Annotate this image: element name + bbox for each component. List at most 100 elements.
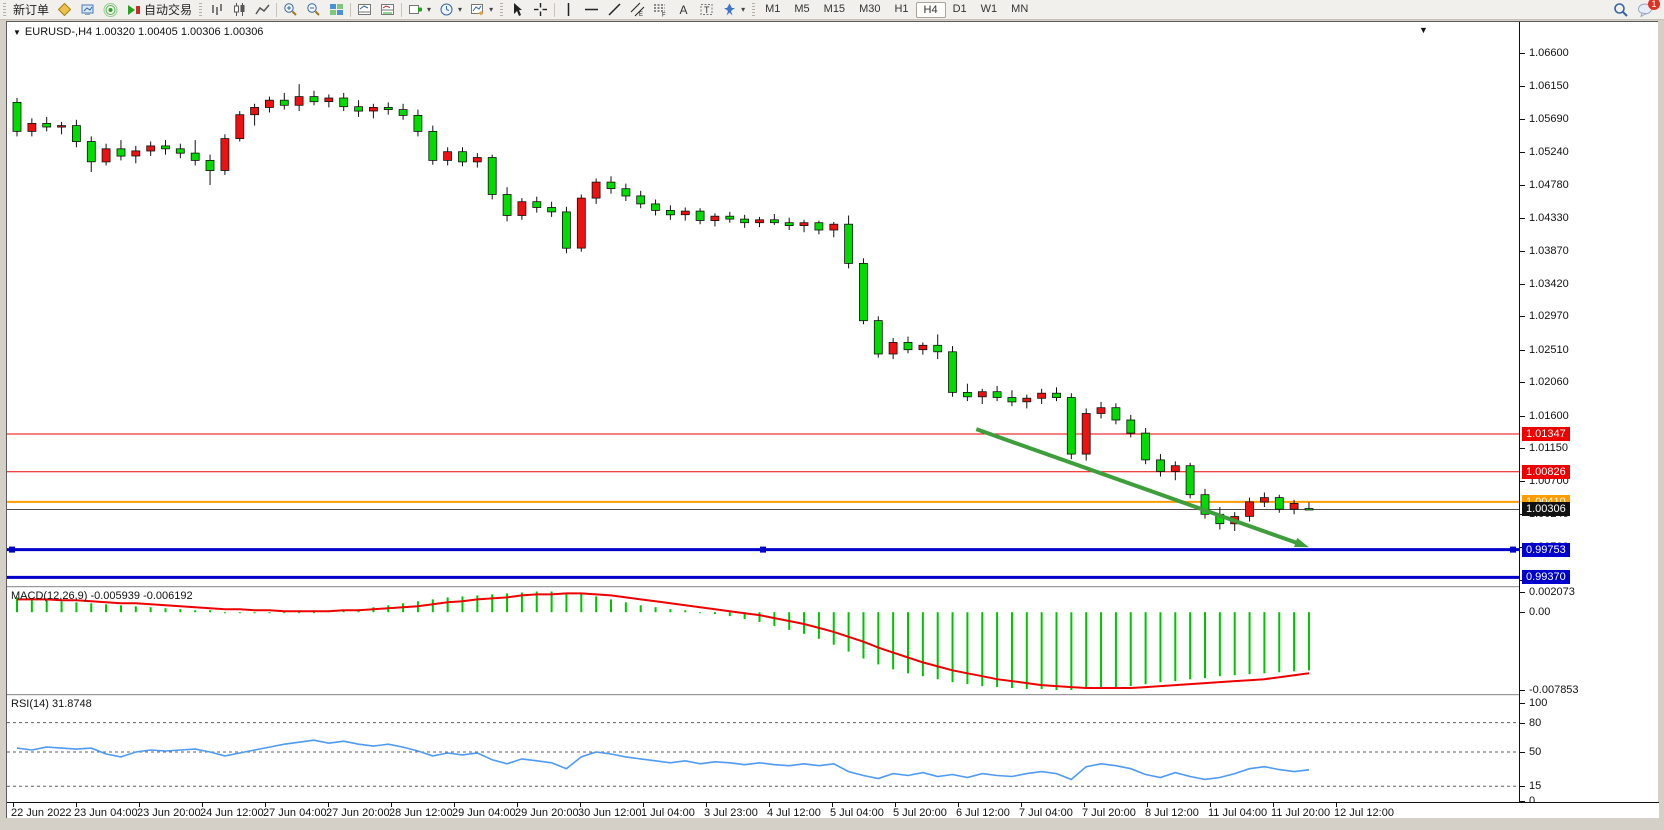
timeframe-button-m5[interactable]: M5: [787, 2, 816, 18]
trend-arrow-head[interactable]: [1294, 538, 1309, 547]
indicator-window-icon: [357, 2, 372, 17]
add-indicator-button[interactable]: ▾: [404, 1, 435, 19]
axis-tick: [1520, 690, 1525, 691]
period-clock-icon: [439, 2, 454, 17]
zoom-out-button[interactable]: [302, 1, 325, 19]
price-axis[interactable]: 1.066001.061501.056901.052401.047801.043…: [1519, 22, 1658, 802]
axis-tick: [1520, 612, 1525, 613]
templates-button[interactable]: ▾: [466, 1, 497, 19]
trend-arrow[interactable]: [976, 429, 1301, 544]
line-handle[interactable]: [760, 547, 766, 553]
rsi-tick-label: 100: [1529, 697, 1547, 709]
time-label: 29 Jun 04:00: [452, 807, 516, 819]
templates-icon: [470, 2, 485, 17]
templates-caret: ▾: [489, 5, 493, 14]
macd-label: MACD(12,26,9) -0.005939 -0.006192: [11, 590, 193, 602]
timeframe-button-m15[interactable]: M15: [817, 2, 852, 18]
axis-tick: [1520, 786, 1525, 787]
price-tick-label: 1.03420: [1529, 278, 1569, 290]
chart-window: ▼ EURUSD-,H4 1.00320 1.00405 1.00306 1.00…: [6, 21, 1658, 818]
zoom-in-icon: [283, 2, 298, 17]
timeframe-button-m30[interactable]: M30: [852, 2, 887, 18]
chart-dropdown-icon[interactable]: ▼: [13, 28, 21, 37]
notification-badge: 1: [1648, 0, 1660, 10]
metaeditor-button[interactable]: [53, 1, 76, 19]
svg-text:F: F: [662, 13, 666, 18]
trendline-tool-button[interactable]: [603, 1, 626, 19]
time-label: 29 Jun 20:00: [515, 807, 579, 819]
macd-tick-label: 0.00: [1529, 606, 1550, 618]
time-label: 5 Jul 20:00: [893, 807, 947, 819]
period-clock-button[interactable]: ▾: [435, 1, 466, 19]
fibonacci-icon: F: [653, 2, 668, 17]
timeframe-button-w1[interactable]: W1: [974, 2, 1005, 18]
price-tick-label: 1.04780: [1529, 179, 1569, 191]
price-marker-1.00306: 1.00306: [1522, 502, 1570, 516]
tile-windows-button[interactable]: [325, 1, 348, 19]
rsi-tick-label: 80: [1529, 717, 1541, 729]
crosshair-tool-button[interactable]: [529, 1, 552, 19]
line-handle[interactable]: [9, 547, 15, 553]
timeframe-button-m1[interactable]: M1: [758, 2, 787, 18]
time-axis[interactable]: 22 Jun 202223 Jun 04:0023 Jun 20:0024 Ju…: [7, 802, 1659, 818]
horizontal-line-icon: [584, 2, 599, 17]
price-marker-0.99753: 0.99753: [1522, 543, 1570, 557]
bar-chart-icon: [209, 2, 224, 17]
text-label-tool-button[interactable]: T: [695, 1, 718, 19]
timeframe-button-h4[interactable]: H4: [916, 2, 946, 18]
equidistant-channel-tool-button[interactable]: E: [626, 1, 649, 19]
rsi-tick-label: 50: [1529, 746, 1541, 758]
zoom-in-button[interactable]: [279, 1, 302, 19]
add-indicator-icon: [408, 2, 423, 17]
time-label: 22 Jun 2022: [11, 807, 72, 819]
bar-chart-button[interactable]: [205, 1, 228, 19]
line-chart-button[interactable]: [251, 1, 274, 19]
text-icon: A: [676, 2, 691, 17]
arrange-windows-icon: [380, 2, 395, 17]
price-tick-label: 1.01150: [1529, 442, 1568, 454]
svg-text:A: A: [680, 3, 688, 17]
new-order-button[interactable]: 新订单: [9, 1, 53, 19]
fibonacci-tool-button[interactable]: F: [649, 1, 672, 19]
timeframe-button-mn[interactable]: MN: [1004, 2, 1035, 18]
text-tool-button[interactable]: A: [672, 1, 695, 19]
search-button[interactable]: [1613, 2, 1629, 18]
rsi-tick-label: 15: [1529, 780, 1541, 792]
zoom-out-icon: [306, 2, 321, 17]
notifications-button[interactable]: 1: [1637, 2, 1654, 17]
horizontal-line-tool-button[interactable]: [580, 1, 603, 19]
tile-windows-icon: [329, 2, 344, 17]
toolbar-grip[interactable]: [500, 3, 503, 17]
axis-tick: [1520, 251, 1525, 252]
price-marker-1.00826: 1.00826: [1522, 465, 1570, 479]
macd-panel[interactable]: MACD(12,26,9) -0.005939 -0.006192: [7, 588, 1519, 694]
timeframe-button-h1[interactable]: H1: [887, 2, 915, 18]
vertical-line-tool-button[interactable]: [557, 1, 580, 19]
chart-title-text: EURUSD-,H4 1.00320 1.00405 1.00306 1.003…: [25, 26, 264, 38]
vertical-line-icon: [561, 2, 576, 17]
candlestick-chart-button[interactable]: [228, 1, 251, 19]
new-order-label: 新订单: [13, 1, 49, 18]
equidistant-channel-icon: E: [630, 2, 645, 17]
toolbar-grip[interactable]: [3, 3, 6, 17]
metaeditor-icon: [57, 2, 72, 17]
strategy-tester-icon: [80, 2, 95, 17]
arrange-windows-button[interactable]: [376, 1, 399, 19]
line-handle[interactable]: [1510, 547, 1516, 553]
toolbar-grip[interactable]: [199, 3, 202, 17]
axis-tick: [1520, 752, 1525, 753]
main-chart-panel[interactable]: [7, 22, 1519, 586]
strategy-tester-button[interactable]: [76, 1, 99, 19]
timeframe-button-d1[interactable]: D1: [946, 2, 974, 18]
autotrading-button[interactable]: 自动交易: [122, 1, 196, 19]
arrows-tool-button[interactable]: ▾: [718, 1, 749, 19]
rsi-panel[interactable]: RSI(14) 31.8748: [7, 696, 1519, 802]
axis-tick: [1520, 481, 1525, 482]
axis-tick: [1520, 448, 1525, 449]
indicator-window-button[interactable]: [353, 1, 376, 19]
signals-button[interactable]: [99, 1, 122, 19]
price-tick-label: 1.01600: [1529, 410, 1569, 422]
cursor-tool-button[interactable]: [506, 1, 529, 19]
toolbar-grip[interactable]: [752, 3, 755, 17]
time-label: 11 Jul 20:00: [1271, 807, 1330, 819]
